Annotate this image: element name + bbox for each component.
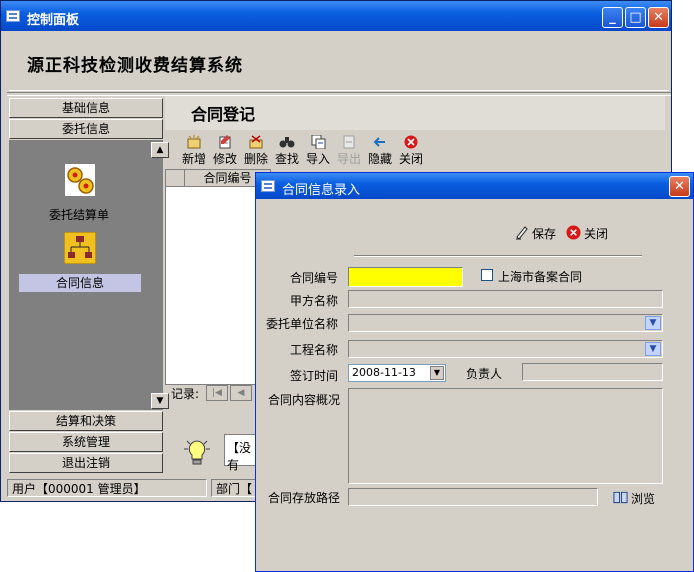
main-close-button[interactable]: ✕ [648, 7, 669, 28]
close-icon [404, 135, 418, 149]
binoculars-icon [279, 137, 295, 148]
project-label: 工程名称 [289, 343, 338, 357]
edit-icon [219, 135, 231, 149]
record-navigator: |◀ ◀ [206, 385, 254, 401]
dialog-title-bar[interactable]: 合同信息录入 ✕ [256, 173, 693, 199]
hide-icon [373, 137, 385, 147]
close-label: 关闭 [584, 227, 609, 241]
nav-scroll-down-button[interactable]: ▼ [151, 393, 169, 409]
nav-scroll-up-button[interactable]: ▲ [151, 142, 169, 158]
maximize-button[interactable]: □ [625, 7, 646, 28]
owner-input[interactable] [522, 363, 663, 381]
summary-textarea[interactable] [348, 388, 663, 484]
org-chart-icon[interactable] [63, 231, 97, 265]
gears-icon[interactable] [65, 164, 95, 196]
toolbar-find-label: 查找 [274, 152, 299, 166]
toolbar-find-button[interactable]: 查找 [272, 135, 302, 167]
main-window-title: 控制面板 [27, 13, 80, 28]
status-user: 用户【000001 管理员】 [7, 479, 207, 497]
path-label: 合同存放路径 [267, 491, 340, 505]
contract-no-input[interactable] [348, 267, 463, 287]
toolbar-delete-label: 删除 [243, 152, 268, 166]
nav-item-commission-statement[interactable]: 委托结算单 [9, 206, 149, 223]
import-icon [311, 135, 326, 149]
record-label: 记录: [171, 387, 200, 401]
browse-label: 浏览 [631, 492, 656, 506]
toolbar-edit-label: 修改 [212, 152, 237, 166]
contract-no-label: 合同编号 [289, 271, 338, 285]
toolbar-hide-button[interactable]: 隐藏 [365, 135, 395, 167]
dialog-close-button[interactable]: ✕ [669, 176, 690, 197]
toolbar-import-label: 导入 [305, 152, 330, 166]
path-input[interactable] [348, 488, 598, 506]
toolbar-close-button[interactable]: 关闭 [396, 135, 426, 167]
main-title-bar[interactable]: 控制面板 _ □ ✕ [1, 1, 671, 31]
client-label: 委托单位名称 [265, 317, 338, 331]
nav-system-management[interactable]: 系统管理 [9, 432, 163, 452]
nav-settlement-decision[interactable]: 结算和决策 [9, 411, 163, 431]
toolbar-new-label: 新增 [181, 152, 206, 166]
sign-date-picker[interactable]: 2008-11-13 ▼ [348, 364, 446, 382]
book-icon [613, 491, 628, 504]
shanghai-filing-checkbox[interactable] [481, 269, 493, 281]
prev-record-button[interactable]: ◀ [230, 385, 252, 401]
client-combo[interactable]: ▼ [348, 314, 663, 332]
shanghai-filing-label: 上海市备案合同 [498, 270, 583, 284]
dialog-menu-icon[interactable] [261, 180, 275, 192]
pen-icon [516, 226, 528, 240]
nav-commission-info[interactable]: 委托信息 [9, 119, 163, 139]
first-record-button[interactable]: |◀ [206, 385, 228, 401]
nav-item-contract-info[interactable]: 合同信息 [19, 274, 141, 292]
close-circle-icon [566, 225, 581, 240]
nav-basic-info[interactable]: 基础信息 [9, 98, 163, 118]
date-dropdown-icon[interactable]: ▼ [430, 366, 444, 380]
nav-logout[interactable]: 退出注销 [9, 453, 163, 473]
new-icon [187, 135, 201, 149]
dialog-title: 合同信息录入 [282, 183, 361, 198]
contract-entry-dialog: 合同信息录入 ✕ 保存 关闭 合同编号 上海市备案合同 甲方名称 委托单位名称 … [255, 172, 694, 572]
page-title: 合同登记 [191, 105, 256, 124]
toolbar-new-button[interactable]: 新增 [179, 135, 209, 167]
toolbar-export-label: 导出 [336, 152, 361, 166]
window-menu-icon[interactable] [6, 10, 20, 22]
owner-label: 负责人 [466, 367, 503, 381]
project-combo[interactable]: ▼ [348, 340, 663, 358]
toolbar-hide-label: 隐藏 [367, 152, 392, 166]
toolbar-edit-button[interactable]: 修改 [210, 135, 240, 167]
minimize-button[interactable]: _ [602, 7, 623, 28]
toolbar-export-button: 导出 [334, 135, 364, 167]
delete-icon [249, 135, 263, 149]
toolbar-delete-button[interactable]: 删除 [241, 135, 271, 167]
summary-label: 合同内容概况 [267, 393, 340, 407]
chevron-down-icon[interactable]: ▼ [645, 342, 661, 356]
nav-panel: ▲ ▼ 委托结算单 合同信息 [9, 140, 169, 410]
app-name: 源正科技检测收费结算系统 [27, 56, 243, 76]
save-label: 保存 [532, 227, 557, 241]
party-a-input[interactable] [348, 290, 663, 308]
toolbar-close-label: 关闭 [398, 152, 423, 166]
row-selector-header[interactable] [166, 170, 185, 187]
dialog-divider [354, 255, 642, 257]
sign-date-value: 2008-11-13 [352, 366, 416, 379]
toolbar-import-button[interactable]: 导入 [303, 135, 333, 167]
export-icon [343, 135, 355, 149]
sign-date-label: 签订时间 [289, 369, 338, 383]
lightbulb-icon [181, 437, 213, 469]
hint-text: 【没有 [227, 441, 252, 472]
party-a-label: 甲方名称 [289, 294, 338, 308]
chevron-down-icon[interactable]: ▼ [645, 316, 661, 330]
